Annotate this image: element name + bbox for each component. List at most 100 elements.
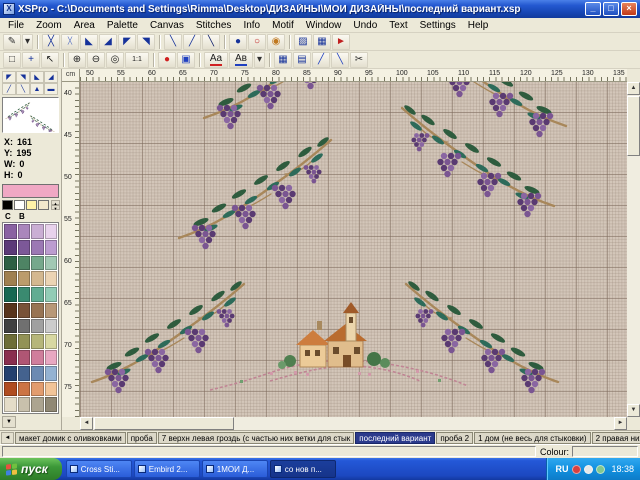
palette-color-9[interactable] xyxy=(18,256,31,271)
scroll-right-icon[interactable]: ► xyxy=(614,417,627,430)
menu-item-11[interactable]: Settings xyxy=(414,19,462,32)
palette-color-7[interactable] xyxy=(45,240,58,255)
pattern-tab-2[interactable]: 7 верхн левая гроздь (с частью них ветки… xyxy=(158,432,355,444)
three-quarter-stitch-button[interactable]: ◥ xyxy=(137,34,155,50)
quick-swatch-3[interactable] xyxy=(38,200,49,210)
pattern-tab-1[interactable]: проба xyxy=(127,432,157,444)
palette-color-34[interactable] xyxy=(31,350,44,365)
view-symbols-button[interactable]: ▣ xyxy=(177,52,195,68)
draw-line-down-button[interactable]: ╲ xyxy=(331,52,349,68)
block-button[interactable]: ▬ xyxy=(44,83,58,95)
menu-item-6[interactable]: Info xyxy=(237,19,266,32)
half-stitch-right-button[interactable]: ◢ xyxy=(99,34,117,50)
tri-up-button[interactable]: ▲ xyxy=(30,83,44,95)
bead-tool-button[interactable]: ○ xyxy=(248,34,266,50)
pencil-tool-button[interactable]: ✎ xyxy=(3,34,21,50)
palette-color-40[interactable] xyxy=(4,382,17,397)
palette-color-37[interactable] xyxy=(18,366,31,381)
line-down-button[interactable]: ╲ xyxy=(16,83,30,95)
palette-color-2[interactable] xyxy=(31,224,44,239)
palette-color-15[interactable] xyxy=(45,271,58,286)
menu-item-5[interactable]: Stitches xyxy=(190,19,238,32)
palette-color-19[interactable] xyxy=(45,287,58,302)
palette-color-4[interactable] xyxy=(4,240,17,255)
motif-stamp-button[interactable]: ▦ xyxy=(313,34,331,50)
select-tool-button[interactable]: □ xyxy=(3,52,21,68)
palette-color-18[interactable] xyxy=(31,287,44,302)
straight-stitch-button[interactable]: ╱ xyxy=(183,34,201,50)
taskbar-task-2[interactable]: 1МОИ Д... xyxy=(202,460,268,478)
menu-item-7[interactable]: Motif xyxy=(266,19,300,32)
palette-color-10[interactable] xyxy=(31,256,44,271)
palette-color-8[interactable] xyxy=(4,256,17,271)
pattern-tab-5[interactable]: 1 дом (не весь для стыковки) xyxy=(474,432,591,444)
palette-color-33[interactable] xyxy=(18,350,31,365)
tab-scroll-left-button[interactable]: ◄ xyxy=(1,432,14,444)
maximize-button[interactable]: □ xyxy=(603,2,619,16)
palette-color-28[interactable] xyxy=(4,334,17,349)
quick-swatch-1[interactable] xyxy=(14,200,25,210)
current-color-swatch[interactable] xyxy=(2,184,59,198)
half-stitch-left-button[interactable]: ◣ xyxy=(80,34,98,50)
zoom-area-button[interactable]: ◎ xyxy=(106,52,124,68)
palette-color-1[interactable] xyxy=(18,224,31,239)
grid-toggle-button[interactable]: ▦ xyxy=(274,52,292,68)
special-stitch-button[interactable]: ◉ xyxy=(267,34,285,50)
palette-color-29[interactable] xyxy=(18,334,31,349)
horizontal-scroll-thumb[interactable] xyxy=(94,417,234,430)
pattern-tab-4[interactable]: проба 2 xyxy=(436,432,473,444)
menu-item-10[interactable]: Text xyxy=(383,19,413,32)
palette-color-0[interactable] xyxy=(4,224,17,239)
cut-tool-button[interactable]: ✂ xyxy=(350,52,368,68)
taskbar-task-0[interactable]: Cross Sti... xyxy=(66,460,132,478)
zoom-out-button[interactable]: ⊖ xyxy=(87,52,105,68)
palette-color-36[interactable] xyxy=(4,366,17,381)
menu-item-3[interactable]: Palette xyxy=(101,19,144,32)
vertical-scroll-thumb[interactable] xyxy=(627,96,640,156)
language-indicator[interactable]: RU xyxy=(555,464,568,474)
palette-color-11[interactable] xyxy=(45,256,58,271)
palette-color-42[interactable] xyxy=(31,382,44,397)
palette-color-45[interactable] xyxy=(18,397,31,412)
palette-color-3[interactable] xyxy=(45,224,58,239)
menu-item-1[interactable]: Zoom xyxy=(30,19,68,32)
long-stitch-button[interactable]: ╲ xyxy=(202,34,220,50)
pencil-dropdown-button[interactable]: ▾ xyxy=(22,34,33,50)
petite-stitch-button[interactable]: ╳ xyxy=(61,34,79,50)
font-dropdown-button[interactable]: ▾ xyxy=(254,52,265,68)
palette-color-24[interactable] xyxy=(4,319,17,334)
arrow-tool-button[interactable]: ↖ xyxy=(41,52,59,68)
dir-nw-button[interactable]: ◤ xyxy=(2,71,16,83)
flood-fill-button[interactable]: ▨ xyxy=(294,34,312,50)
taskbar-task-3[interactable]: со нов п... xyxy=(270,460,336,478)
network-icon[interactable] xyxy=(596,465,605,474)
menu-item-4[interactable]: Canvas xyxy=(144,19,190,32)
palette-color-23[interactable] xyxy=(45,303,58,318)
marker-flag-button[interactable]: ► xyxy=(332,34,350,50)
palette-color-30[interactable] xyxy=(31,334,44,349)
design-canvas[interactable] xyxy=(80,82,627,417)
menu-item-9[interactable]: Undo xyxy=(347,19,383,32)
menu-item-12[interactable]: Help xyxy=(462,19,495,32)
palette-color-25[interactable] xyxy=(18,319,31,334)
font-style-b-button[interactable]: Aв xyxy=(229,52,253,68)
palette-color-32[interactable] xyxy=(4,350,17,365)
close-button[interactable]: × xyxy=(621,2,637,16)
quarter-stitch-button[interactable]: ◤ xyxy=(118,34,136,50)
vertical-scrollbar[interactable]: ▲ ▼ xyxy=(627,82,640,417)
cross-cursor-button[interactable]: + xyxy=(22,52,40,68)
palette-color-38[interactable] xyxy=(31,366,44,381)
spin-down-icon[interactable]: ▼ xyxy=(51,205,60,210)
palette-color-44[interactable] xyxy=(4,397,17,412)
palette-color-12[interactable] xyxy=(4,271,17,286)
palette-color-43[interactable] xyxy=(45,382,58,397)
palette-color-6[interactable] xyxy=(31,240,44,255)
pattern-tab-3[interactable]: последний вариант xyxy=(355,432,435,444)
minimize-button[interactable]: _ xyxy=(585,2,601,16)
palette-color-31[interactable] xyxy=(45,334,58,349)
menu-item-0[interactable]: File xyxy=(2,19,30,32)
palette-color-39[interactable] xyxy=(45,366,58,381)
full-cross-stitch-button[interactable]: ╳ xyxy=(42,34,60,50)
quick-swatch-2[interactable] xyxy=(26,200,37,210)
palette-color-41[interactable] xyxy=(18,382,31,397)
